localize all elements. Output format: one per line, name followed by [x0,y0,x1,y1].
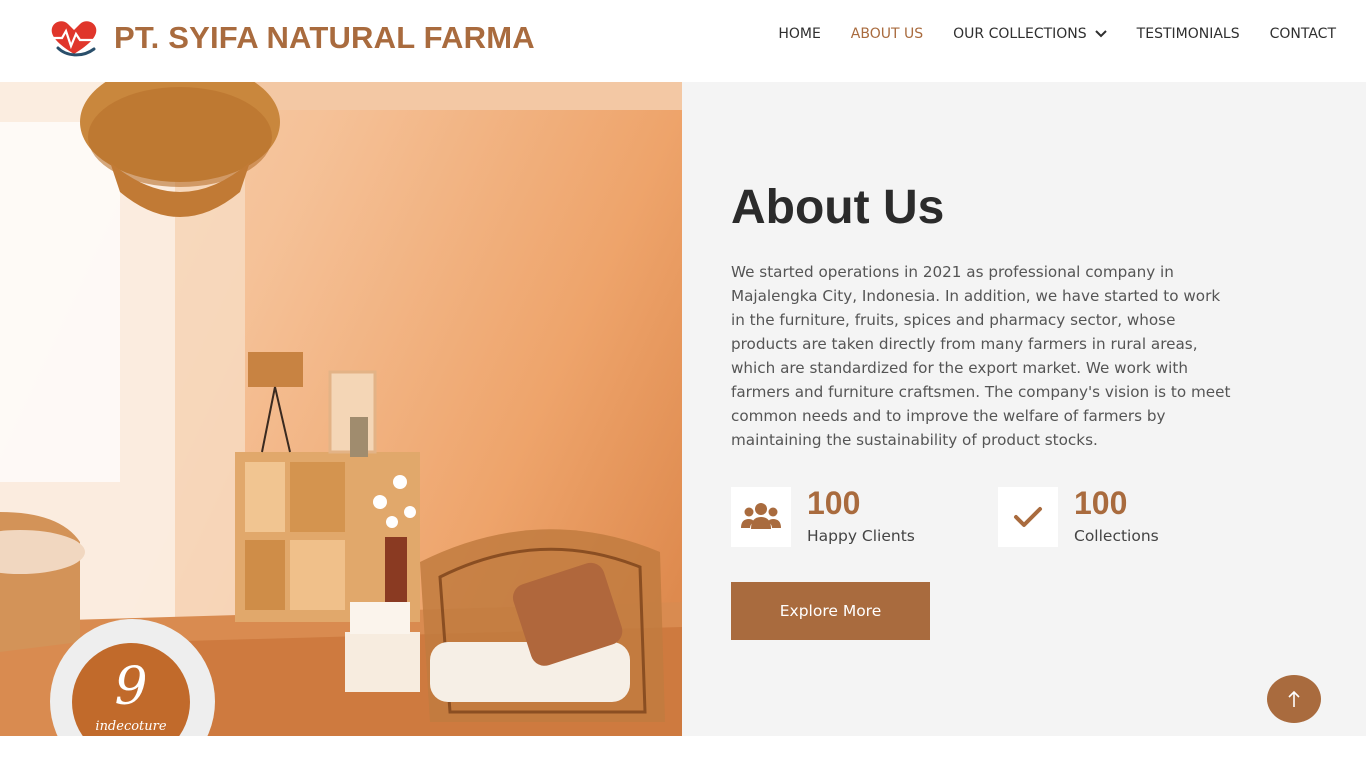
nav-home[interactable]: HOME [778,26,820,42]
about-section: About Us We started operations in 2021 a… [682,82,1366,736]
scroll-to-top-button[interactable] [1267,675,1321,723]
nav-contact[interactable]: CONTACT [1270,26,1336,42]
nav-our-collections-label: OUR COLLECTIONS [953,26,1087,42]
page-bottom-strip [0,736,1366,768]
partner-logo-letter: 9 [114,657,148,717]
partner-logo-word: indecoture [95,719,167,734]
users-icon [741,503,781,529]
partner-logo-inner: 9 indecoture [72,643,190,736]
nav-testimonials[interactable]: TESTIMONIALS [1137,26,1240,42]
stat-label: Collections [1074,527,1159,545]
brand-name: PT. SYIFA NATURAL FARMA [114,20,535,55]
arrow-up-icon [1288,690,1300,707]
stat-number: 100 [807,485,861,521]
site-header: PT. SYIFA NATURAL FARMA HOME ABOUT US OU… [0,0,1366,82]
brand-home-link[interactable]: PT. SYIFA NATURAL FARMA [48,18,535,58]
check-icon [1014,507,1042,527]
nav-about-us[interactable]: ABOUT US [851,26,923,42]
chevron-down-icon [1094,30,1107,38]
stat-collections: 100 Collections [998,487,1159,547]
about-description: We started operations in 2021 as profess… [731,263,1231,449]
explore-more-button[interactable]: Explore More [731,582,930,640]
stat-number: 100 [1074,485,1128,521]
living-room-interior-photo: 9 indecoture [0,82,682,736]
main-nav: HOME ABOUT US OUR COLLECTIONS TESTIMONIA… [748,26,1336,42]
heart-pulse-icon [51,21,97,57]
stat-label: Happy Clients [807,527,915,545]
check-icon-box [998,487,1058,547]
nav-our-collections[interactable]: OUR COLLECTIONS [953,26,1107,42]
about-title: About Us [731,181,945,234]
stat-happy-clients: 100 Happy Clients [731,487,915,547]
users-icon-box [731,487,791,547]
